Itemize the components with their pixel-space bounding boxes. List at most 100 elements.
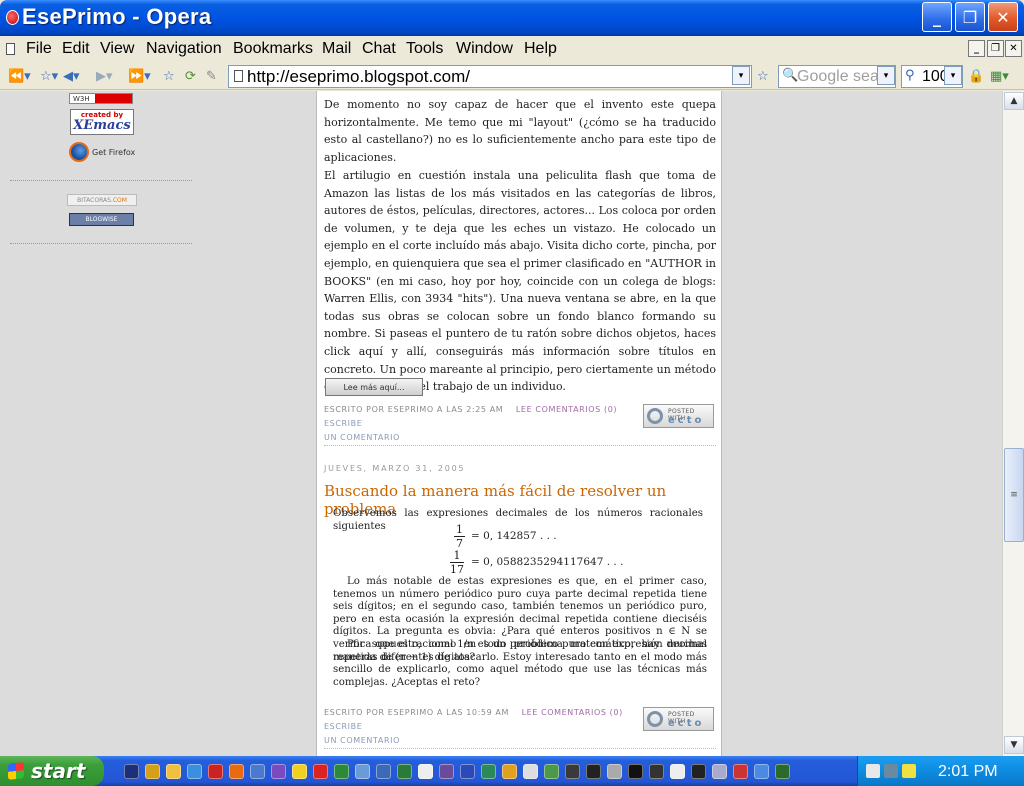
- windows-taskbar: start 2:01 PM: [0, 756, 1024, 786]
- quicklaunch-messenger-icon[interactable]: [292, 764, 307, 779]
- menu-chat[interactable]: Chat: [362, 40, 396, 58]
- window-titlebar[interactable]: EsePrimo - Opera _ ❐ ✕: [0, 0, 1024, 36]
- forward-icon[interactable]: ▶▾: [96, 67, 113, 85]
- quicklaunch-app-icon[interactable]: [649, 764, 664, 779]
- post1-write-comment-link-2[interactable]: UN COMENTARIO: [324, 433, 400, 442]
- quicklaunch-app-icon[interactable]: [628, 764, 643, 779]
- menu-help[interactable]: Help: [524, 40, 557, 58]
- menu-view[interactable]: View: [100, 40, 134, 58]
- quicklaunch-app-icon[interactable]: [733, 764, 748, 779]
- post2-write-comment-link[interactable]: ESCRIBE: [324, 722, 362, 731]
- quicklaunch-app-icon[interactable]: [355, 764, 370, 779]
- quicklaunch-app-icon[interactable]: [145, 764, 160, 779]
- search-engine-icon[interactable]: 🔍: [782, 68, 798, 83]
- post1-comments-link[interactable]: LEE COMENTARIOS (0): [516, 405, 617, 414]
- page-restore-button[interactable]: ❐: [987, 40, 1004, 57]
- quicklaunch-ie-icon[interactable]: [187, 764, 202, 779]
- quicklaunch-app-icon[interactable]: [439, 764, 454, 779]
- blog-main-column: De momento no soy capaz de hacer que el …: [316, 91, 722, 756]
- back-icon[interactable]: ◀▾: [63, 67, 80, 85]
- w3h-badge[interactable]: W3H: [69, 93, 133, 104]
- quicklaunch-app-icon[interactable]: [775, 764, 790, 779]
- quicklaunch-app-icon[interactable]: [313, 764, 328, 779]
- page-minimize-button[interactable]: _: [968, 40, 985, 57]
- math-fraction-1: 1 7: [454, 523, 465, 550]
- get-firefox-badge[interactable]: Get Firefox: [69, 141, 139, 163]
- panel-icon[interactable]: ▦▾: [990, 67, 1009, 85]
- quicklaunch-opera-icon[interactable]: [208, 764, 223, 779]
- ecto-badge[interactable]: POSTED WITH ecto: [643, 707, 714, 731]
- lock-icon[interactable]: 🔒: [968, 67, 984, 85]
- tray-network-icon[interactable]: [884, 764, 898, 778]
- quicklaunch-app-icon[interactable]: [691, 764, 706, 779]
- sidebar-divider: [10, 243, 192, 244]
- quicklaunch-app-icon[interactable]: [418, 764, 433, 779]
- blog-sidebar: W3H created by XEmacs Get Firefox BITACO…: [0, 91, 316, 756]
- quicklaunch-app-icon[interactable]: [124, 764, 139, 779]
- menu-edit[interactable]: Edit: [62, 40, 90, 58]
- reload-icon[interactable]: ⟳: [185, 67, 196, 85]
- quicklaunch-app-icon[interactable]: [712, 764, 727, 779]
- menu-file[interactable]: File: [26, 40, 52, 58]
- tray-weather-icon[interactable]: [866, 764, 880, 778]
- bitacoras-badge[interactable]: BITACORAS .COM: [67, 194, 137, 206]
- quicklaunch-app-icon[interactable]: [565, 764, 580, 779]
- zoom-dropdown-icon[interactable]: ▾: [944, 66, 962, 85]
- bitacoras-label: BITACORAS: [77, 196, 111, 204]
- quicklaunch-app-icon[interactable]: [754, 764, 769, 779]
- post2-date: JUEVES, MARZO 31, 2005: [324, 464, 466, 473]
- quicklaunch-app-icon[interactable]: [523, 764, 538, 779]
- ecto-badge[interactable]: POSTED WITH ecto: [643, 404, 714, 428]
- xemacs-badge[interactable]: created by XEmacs: [70, 109, 134, 135]
- quicklaunch-app-icon[interactable]: [607, 764, 622, 779]
- post-separator: [324, 748, 716, 749]
- menu-tools[interactable]: Tools: [406, 40, 443, 58]
- page-viewport[interactable]: W3H created by XEmacs Get Firefox BITACO…: [0, 91, 1002, 756]
- close-button[interactable]: ✕: [988, 2, 1018, 32]
- wand-icon[interactable]: ✎: [206, 67, 217, 85]
- scroll-thumb[interactable]: ≡: [1004, 448, 1024, 542]
- read-more-button[interactable]: Lee más aquí...: [325, 378, 423, 396]
- bookmark-page-icon[interactable]: ☆: [757, 67, 769, 85]
- post1-byline: ESCRITO POR ESEPRIMO A LAS 2:25 AM: [324, 405, 504, 414]
- fast-forward-icon[interactable]: ⏩▾: [128, 67, 151, 85]
- bloguise-badge[interactable]: BLOGWISE: [69, 213, 134, 226]
- menu-bookmarks[interactable]: Bookmarks: [233, 40, 313, 58]
- quicklaunch-app-icon[interactable]: [586, 764, 601, 779]
- menu-mail[interactable]: Mail: [322, 40, 351, 58]
- quicklaunch-app-icon[interactable]: [250, 764, 265, 779]
- ecto-main-label: ecto: [668, 415, 705, 426]
- add-bookmark-icon[interactable]: ☆: [163, 67, 175, 85]
- quicklaunch-excel-icon[interactable]: [397, 764, 412, 779]
- frac2-num: 1: [450, 549, 464, 563]
- address-dropdown-icon[interactable]: ▾: [732, 66, 750, 85]
- post1-write-comment-link[interactable]: ESCRIBE: [324, 419, 362, 428]
- start-button[interactable]: start: [0, 756, 104, 786]
- post2-write-comment-link-2[interactable]: UN COMENTARIO: [324, 736, 400, 745]
- address-field[interactable]: http://eseprimo.blogspot.com/: [228, 65, 752, 88]
- quicklaunch-folder-icon[interactable]: [166, 764, 181, 779]
- scroll-up-button[interactable]: ▲: [1004, 92, 1024, 110]
- tray-app-icon[interactable]: [902, 764, 916, 778]
- scroll-down-button[interactable]: ▼: [1004, 736, 1024, 754]
- rewind-icon[interactable]: ⏪▾: [8, 67, 31, 85]
- minimize-button[interactable]: _: [922, 2, 952, 32]
- quicklaunch-app-icon[interactable]: [670, 764, 685, 779]
- quicklaunch-app-icon[interactable]: [334, 764, 349, 779]
- page-close-button[interactable]: ✕: [1005, 40, 1022, 57]
- quicklaunch-firefox-icon[interactable]: [229, 764, 244, 779]
- quicklaunch-app-icon[interactable]: [544, 764, 559, 779]
- quicklaunch-app-icon[interactable]: [271, 764, 286, 779]
- search-dropdown-icon[interactable]: ▾: [877, 66, 895, 85]
- post2-comments-link[interactable]: LEE COMENTARIOS (0): [522, 708, 623, 717]
- ecto-main-label: ecto: [668, 718, 705, 729]
- maximize-button[interactable]: ❐: [955, 2, 985, 32]
- quicklaunch-app-icon[interactable]: [502, 764, 517, 779]
- quicklaunch-app-icon[interactable]: [481, 764, 496, 779]
- bookmark-star-icon[interactable]: ☆▾: [40, 67, 58, 85]
- vertical-scrollbar[interactable]: ▲ ≡ ▼: [1002, 91, 1024, 756]
- menu-window[interactable]: Window: [456, 40, 513, 58]
- menu-navigation[interactable]: Navigation: [146, 40, 222, 58]
- quicklaunch-app-icon[interactable]: [376, 764, 391, 779]
- quicklaunch-word-icon[interactable]: [460, 764, 475, 779]
